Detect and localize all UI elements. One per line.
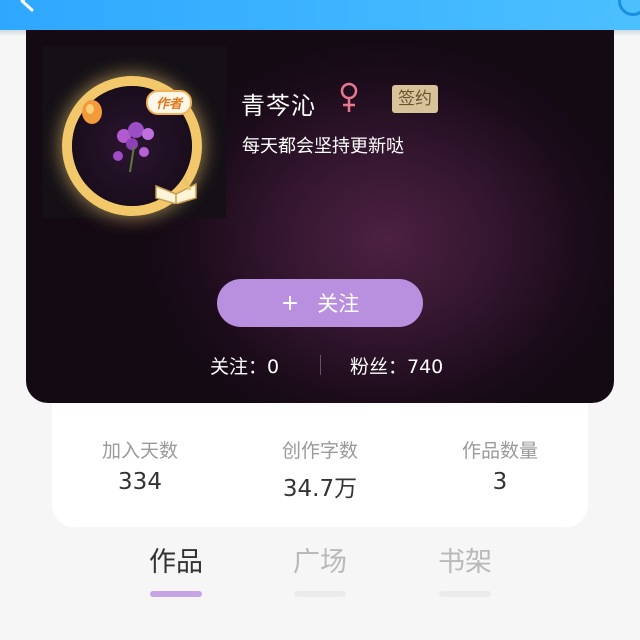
tab-square[interactable]: 广场 [270,540,370,597]
tab-underline [150,591,202,597]
stat-value: 34.7万 [282,476,358,502]
author-avatar-badge: 作者 [146,90,193,115]
tab-label: 作品 [149,547,203,578]
tab-works[interactable]: 作品 [126,540,226,597]
tab-label: 书架 [438,547,492,578]
tab-bookshelf[interactable]: 书架 [415,540,515,597]
following-count[interactable]: 关注：0 [210,352,279,379]
stat-label: 创作字数 [281,440,358,462]
author-name: 青芩沁 [241,92,316,120]
profile-tabs: 作品 广场 书架 [0,540,640,610]
stat-works-count: 作品数量 3 [420,436,580,495]
author-bio: 每天都会坚持更新哒 [242,136,404,157]
tab-underline [294,591,346,597]
divider [320,355,321,375]
stat-join-days: 加入天数 334 [60,436,220,495]
stat-word-count: 创作字数 34.7万 [240,436,400,503]
follow-button[interactable]: + 关注 [217,279,423,327]
follow-button-label: 关注 [317,292,360,316]
book-icon [155,177,197,204]
fans-count[interactable]: 粉丝：740 [350,352,443,379]
stat-value: 3 [492,469,508,495]
profile-card: 作者 青芩沁 签约 每天都会坚持更新哒 + 关注 关注：0 粉丝：740 [26,30,614,403]
tab-underline [439,591,491,597]
follow-counts: 关注：0 粉丝：740 [26,352,614,380]
more-icon[interactable] [618,0,640,16]
flowers-icon [113,122,154,173]
stats-card: 加入天数 334 创作字数 34.7万 作品数量 3 [52,403,588,527]
signed-author-badge: 签约 [392,85,438,113]
tab-label: 广场 [293,547,347,578]
author-profile-page: 作者 青芩沁 签约 每天都会坚持更新哒 + 关注 关注：0 粉丝：740 加入天… [0,0,640,640]
back-arrow-icon[interactable] [16,0,38,12]
stat-label: 作品数量 [461,440,538,462]
top-nav-bar [0,0,640,36]
stat-label: 加入天数 [101,440,178,462]
lamp-icon [82,100,102,124]
stat-value: 334 [118,469,162,495]
female-icon [340,82,358,112]
avatar[interactable]: 作者 [42,46,226,218]
plus-icon: + [280,290,300,316]
